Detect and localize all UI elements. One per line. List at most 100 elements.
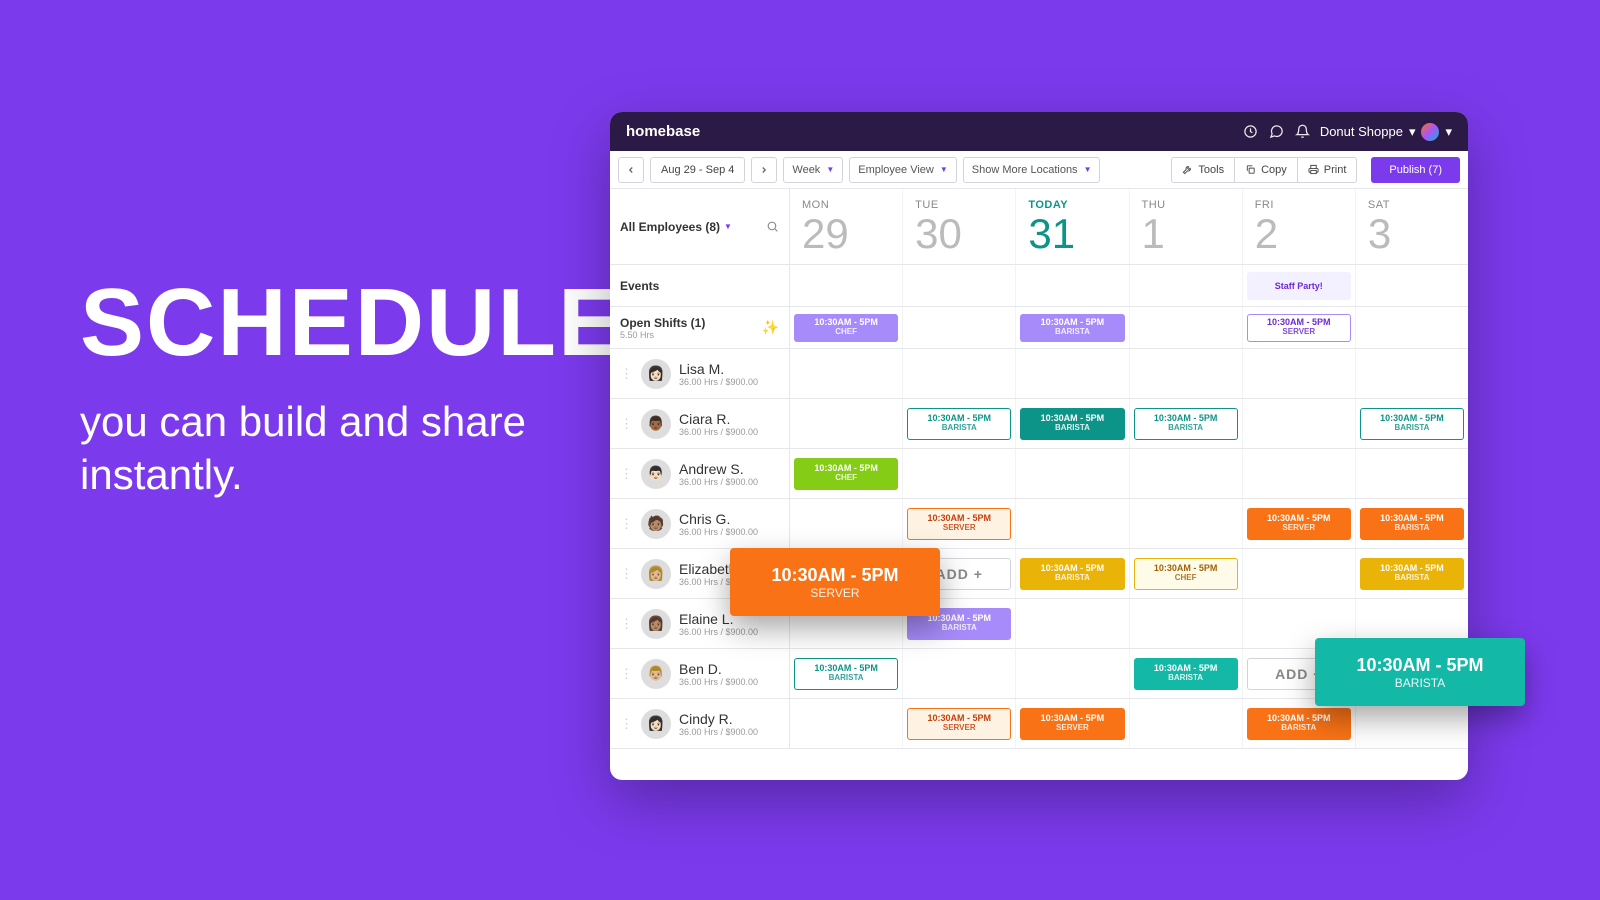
drag-handle-icon[interactable]: ⋮ bbox=[620, 722, 633, 726]
shift-cell[interactable]: 10:30AM - 5PMBARISTA bbox=[903, 599, 1016, 648]
shift-cell[interactable] bbox=[1016, 449, 1129, 498]
user-avatar[interactable] bbox=[1421, 123, 1439, 141]
employee-label[interactable]: ⋮ 👨🏼 Ben D. 36.00 Hrs / $900.00 bbox=[610, 649, 790, 698]
shift-card[interactable]: 10:30AM - 5PMBARISTA bbox=[1020, 314, 1124, 342]
event-cell[interactable] bbox=[903, 265, 1016, 306]
employee-label[interactable]: ⋮ 👩🏻 Lisa M. 36.00 Hrs / $900.00 bbox=[610, 349, 790, 398]
shift-cell[interactable]: 10:30AM - 5PMBARISTA bbox=[1130, 649, 1243, 698]
shift-cell[interactable] bbox=[790, 499, 903, 548]
add-shift-button[interactable]: ADD + bbox=[907, 558, 1011, 590]
date-range[interactable]: Aug 29 - Sep 4 bbox=[650, 157, 745, 183]
shift-cell[interactable]: 10:30AM - 5PMBARISTA bbox=[1016, 549, 1129, 598]
shift-card[interactable]: 10:30AM - 5PMCHEF bbox=[794, 458, 898, 490]
prev-week-button[interactable] bbox=[618, 157, 644, 183]
next-week-button[interactable] bbox=[751, 157, 777, 183]
shift-card[interactable]: 10:30AM - 5PMBARISTA bbox=[1134, 408, 1238, 440]
shift-cell[interactable] bbox=[1016, 499, 1129, 548]
shift-card[interactable]: 10:30AM - 5PMCHEF bbox=[1134, 558, 1238, 590]
shift-card[interactable]: 10:30AM - 5PMSERVER bbox=[1247, 508, 1351, 540]
shift-cell[interactable]: 10:30AM - 5PMBARISTA bbox=[790, 649, 903, 698]
shift-cell[interactable]: 10:30AM - 5PMBARISTA bbox=[903, 399, 1016, 448]
shift-cell[interactable] bbox=[1243, 599, 1356, 648]
drag-handle-icon[interactable]: ⋮ bbox=[620, 522, 633, 526]
magic-wand-icon[interactable]: ✨ bbox=[762, 319, 779, 336]
shift-cell[interactable] bbox=[1130, 307, 1243, 348]
shift-cell[interactable] bbox=[1243, 449, 1356, 498]
view-dropdown[interactable]: Employee View▼ bbox=[849, 157, 957, 183]
shift-card[interactable]: 10:30AM - 5PMBARISTA bbox=[1134, 658, 1238, 690]
shift-cell[interactable] bbox=[1356, 599, 1468, 648]
shift-cell[interactable] bbox=[1356, 449, 1468, 498]
shift-cell[interactable] bbox=[903, 307, 1016, 348]
drag-handle-icon[interactable]: ⋮ bbox=[620, 622, 633, 626]
event-cell[interactable] bbox=[1130, 265, 1243, 306]
publish-button[interactable]: Publish (7) bbox=[1371, 157, 1460, 183]
shift-cell[interactable]: 10:30AM - 5PMBARISTA bbox=[1130, 399, 1243, 448]
shift-card[interactable]: 10:30AM - 5PMBARISTA bbox=[1360, 408, 1464, 440]
shift-cell[interactable] bbox=[1130, 349, 1243, 398]
search-icon[interactable] bbox=[766, 220, 779, 233]
shift-cell[interactable] bbox=[1130, 699, 1243, 748]
shift-cell[interactable]: 10:30AM - 5PMBARISTA bbox=[1356, 649, 1468, 698]
shift-cell[interactable]: 10:30AM - 5PMCHEF bbox=[790, 307, 903, 348]
employee-label[interactable]: ⋮ 👨🏾 Ciara R. 36.00 Hrs / $900.00 bbox=[610, 399, 790, 448]
shift-cell[interactable]: ADD + bbox=[903, 549, 1016, 598]
event-cell[interactable]: Staff Party! bbox=[1243, 265, 1356, 306]
shift-cell[interactable] bbox=[1243, 549, 1356, 598]
drag-handle-icon[interactable]: ⋮ bbox=[620, 572, 633, 576]
period-dropdown[interactable]: Week▼ bbox=[783, 157, 843, 183]
add-shift-button[interactable]: ADD + bbox=[1247, 658, 1351, 690]
event-chip[interactable]: Staff Party! bbox=[1247, 272, 1351, 300]
shift-cell[interactable]: ADD + bbox=[1243, 649, 1356, 698]
copy-button[interactable]: Copy bbox=[1234, 157, 1298, 183]
shift-cell[interactable]: 10:30AM - 5PMCHEF bbox=[790, 449, 903, 498]
shift-cell[interactable] bbox=[1356, 307, 1468, 348]
shift-cell[interactable] bbox=[1356, 349, 1468, 398]
shift-card[interactable]: 10:30AM - 5PMBARISTA bbox=[907, 408, 1011, 440]
shift-cell[interactable] bbox=[903, 449, 1016, 498]
shift-cell[interactable] bbox=[790, 699, 903, 748]
shift-cell[interactable]: 10:30AM - 5PMBARISTA bbox=[1243, 699, 1356, 748]
shift-card[interactable]: 10:30AM - 5PMSERVER bbox=[1020, 708, 1124, 740]
drag-handle-icon[interactable]: ⋮ bbox=[620, 472, 633, 476]
print-button[interactable]: Print bbox=[1297, 157, 1358, 183]
locations-dropdown[interactable]: Show More Locations▼ bbox=[963, 157, 1101, 183]
shift-cell[interactable]: 10:30AM - 5PMCHEF bbox=[1130, 549, 1243, 598]
shift-card[interactable]: 10:30AM - 5PMBARISTA bbox=[1247, 708, 1351, 740]
shift-cell[interactable]: 10:30AM - 5PMBARISTA bbox=[1356, 549, 1468, 598]
shift-card[interactable]: 10:30AM - 5PMSERVER bbox=[1247, 314, 1351, 342]
shift-cell[interactable] bbox=[790, 599, 903, 648]
shift-cell[interactable]: 10:30AM - 5PMSERVER bbox=[903, 499, 1016, 548]
shift-cell[interactable]: 10:30AM - 5PMBARISTA bbox=[1016, 399, 1129, 448]
event-cell[interactable] bbox=[1016, 265, 1129, 306]
drag-handle-icon[interactable]: ⋮ bbox=[620, 372, 633, 376]
shift-cell[interactable] bbox=[790, 399, 903, 448]
shift-cell[interactable] bbox=[790, 549, 903, 598]
shift-cell[interactable] bbox=[1356, 699, 1468, 748]
employee-label[interactable]: ⋮ 👩🏽 Elaine L. 36.00 Hrs / $900.00 bbox=[610, 599, 790, 648]
shift-cell[interactable]: 10:30AM - 5PMSERVER bbox=[1243, 307, 1356, 348]
shift-cell[interactable]: 10:30AM - 5PMBARISTA bbox=[1356, 499, 1468, 548]
shift-card[interactable]: 10:30AM - 5PMBARISTA bbox=[1360, 508, 1464, 540]
shift-cell[interactable] bbox=[1243, 349, 1356, 398]
shift-card[interactable]: 10:30AM - 5PMSERVER bbox=[907, 708, 1011, 740]
bell-icon[interactable] bbox=[1290, 124, 1316, 139]
shift-cell[interactable] bbox=[903, 349, 1016, 398]
shift-card[interactable]: 10:30AM - 5PMCHEF bbox=[794, 314, 898, 342]
shop-selector[interactable]: Donut Shoppe ▾ ▾ bbox=[1320, 123, 1452, 141]
chat-icon[interactable] bbox=[1264, 124, 1290, 139]
event-cell[interactable] bbox=[1356, 265, 1468, 306]
shift-card[interactable]: 10:30AM - 5PMBARISTA bbox=[1360, 558, 1464, 590]
clock-icon[interactable] bbox=[1238, 124, 1264, 139]
shift-cell[interactable] bbox=[903, 649, 1016, 698]
drag-handle-icon[interactable]: ⋮ bbox=[620, 422, 633, 426]
shift-cell[interactable] bbox=[1130, 599, 1243, 648]
drag-handle-icon[interactable]: ⋮ bbox=[620, 672, 633, 676]
event-cell[interactable] bbox=[790, 265, 903, 306]
employee-filter[interactable]: All Employees (8) ▼ bbox=[610, 189, 790, 264]
shift-cell[interactable] bbox=[790, 349, 903, 398]
shift-cell[interactable]: 10:30AM - 5PMSERVER bbox=[1243, 499, 1356, 548]
shift-cell[interactable]: 10:30AM - 5PMSERVER bbox=[903, 699, 1016, 748]
shift-cell[interactable] bbox=[1243, 399, 1356, 448]
shift-card[interactable]: 10:30AM - 5PMSERVER bbox=[907, 508, 1011, 540]
